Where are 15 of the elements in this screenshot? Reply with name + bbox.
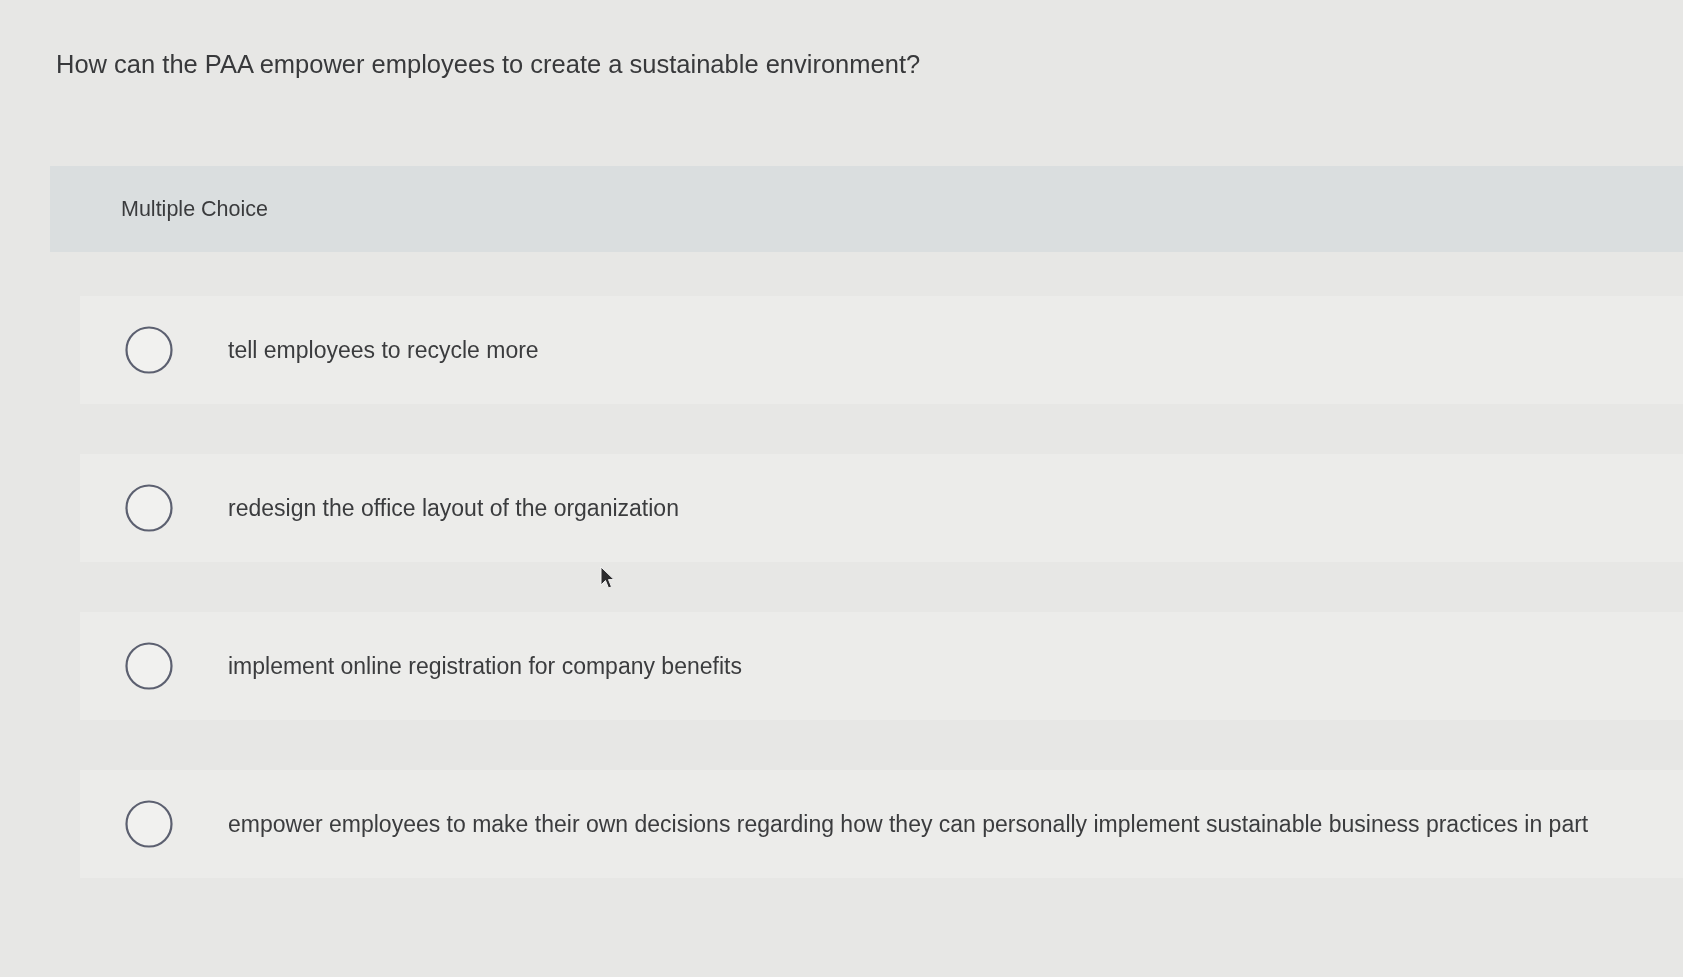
option-label[interactable]: empower employees to make their own decisions regarding how they can personally implement sustainable business practices in part xyxy=(228,809,1589,839)
radio-button[interactable] xyxy=(125,800,173,848)
radio-button[interactable] xyxy=(125,484,173,532)
option-label[interactable]: implement online registration for company benefits xyxy=(228,651,742,681)
question-text: How can the PAA empower employees to create a sustainable environment? xyxy=(56,49,921,80)
radio-button[interactable] xyxy=(125,642,173,690)
section-title: Multiple Choice xyxy=(121,196,268,223)
answer-row[interactable]: empower employees to make their own decisions regarding how they can personally implement sustainable business practices in part xyxy=(80,770,1683,878)
answer-row[interactable]: tell employees to recycle more xyxy=(80,296,1683,404)
answer-row[interactable]: redesign the office layout of the organization xyxy=(80,454,1683,562)
radio-button[interactable] xyxy=(125,326,173,374)
option-label[interactable]: redesign the office layout of the organization xyxy=(228,493,679,523)
answer-row[interactable]: implement online registration for company benefits xyxy=(80,612,1683,720)
option-label[interactable]: tell employees to recycle more xyxy=(228,335,539,365)
mouse-pointer-icon xyxy=(600,566,615,590)
